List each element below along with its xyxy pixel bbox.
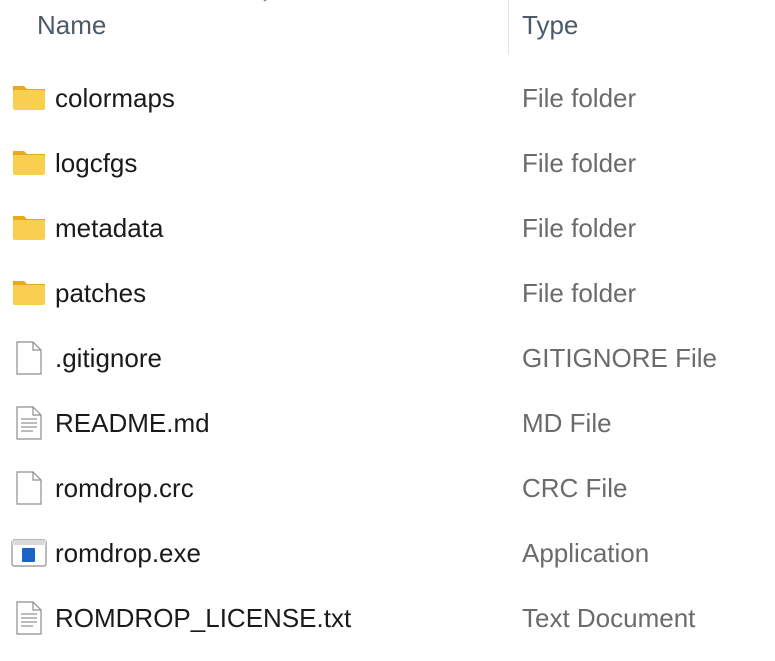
file-type: Text Document	[522, 603, 696, 633]
file-type: Application	[522, 538, 650, 568]
column-header-row: Name Type	[0, 0, 775, 54]
text-file-icon	[16, 601, 42, 635]
name-column-header[interactable]: Name	[37, 10, 106, 41]
file-name: logcfgs	[55, 148, 138, 178]
file-name: .gitignore	[55, 343, 162, 373]
file-name: metadata	[55, 213, 164, 243]
file-type: File folder	[522, 213, 637, 243]
file-type: File folder	[522, 148, 637, 178]
file-row[interactable]: README.md MD File	[0, 391, 775, 456]
file-type: GITIGNORE File	[522, 343, 718, 373]
file-row[interactable]: ROMDROP_LICENSE.txt Text Document	[0, 586, 775, 651]
file-type: File folder	[522, 83, 637, 113]
file-row[interactable]: patches File folder	[0, 261, 775, 326]
file-name: ROMDROP_LICENSE.txt	[55, 603, 352, 633]
folder-icon	[13, 281, 45, 305]
column-divider[interactable]	[508, 0, 509, 54]
type-column-header[interactable]: Type	[522, 10, 578, 41]
file-row[interactable]: logcfgs File folder	[0, 131, 775, 196]
folder-icon	[13, 216, 45, 240]
file-name: romdrop.exe	[55, 538, 201, 568]
file-name: patches	[55, 278, 147, 308]
application-icon	[11, 539, 47, 567]
blank-file-icon	[16, 341, 42, 375]
file-row[interactable]: romdrop.crc CRC File	[0, 456, 775, 521]
file-name: README.md	[55, 408, 210, 438]
file-row[interactable]: .gitignore GITIGNORE File	[0, 326, 775, 391]
file-name: colormaps	[55, 83, 175, 113]
file-type: File folder	[522, 278, 637, 308]
sort-up-icon	[263, 0, 267, 2]
file-row[interactable]: romdrop.exe Application	[0, 521, 775, 586]
file-list: colormaps File folder logcfgs File folde…	[0, 66, 775, 651]
folder-icon	[13, 151, 45, 175]
file-type: MD File	[522, 408, 612, 438]
folder-icon	[13, 86, 45, 110]
file-row[interactable]: metadata File folder	[0, 196, 775, 261]
text-file-icon	[16, 406, 42, 440]
blank-file-icon	[16, 471, 42, 505]
file-row[interactable]: colormaps File folder	[0, 66, 775, 131]
file-name: romdrop.crc	[55, 473, 194, 503]
file-type: CRC File	[522, 473, 628, 503]
